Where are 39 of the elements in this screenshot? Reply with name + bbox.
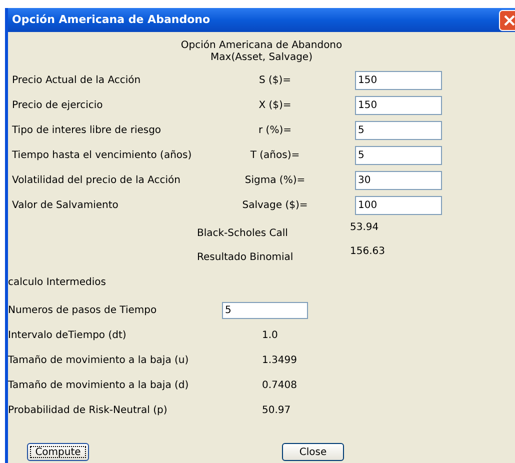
- heading-text: Max(Asset, Salvage): [210, 52, 312, 64]
- field-label: Volatilidad del precio de la Acción: [12, 174, 182, 188]
- input-field[interactable]: 30: [355, 171, 442, 190]
- intermediate-label: Tamaño de movimiento a la baja (u): [8, 354, 190, 368]
- heading-text: Opción Americana de Abandono: [180, 40, 342, 52]
- input-field[interactable]: 5: [355, 121, 442, 140]
- intermediate-value: 1.3499: [262, 354, 297, 368]
- field-label: Numeros de pasos de Tiempo: [8, 304, 158, 318]
- window-title: Opción Americana de Abandono: [12, 12, 210, 28]
- intermediate-value: 1.0: [262, 329, 278, 343]
- close-icon[interactable]: [499, 10, 515, 30]
- input-field[interactable]: 150: [355, 71, 442, 90]
- symbol-label: X ($)=: [258, 99, 292, 113]
- dialog-button[interactable]: Compute: [27, 443, 89, 461]
- field-label: Tiempo hasta el vencimiento (años): [12, 149, 193, 163]
- dialog-button[interactable]: Close: [282, 443, 344, 461]
- symbol-label: T (años)=: [249, 149, 301, 163]
- field-label: Tipo de interes libre de riesgo: [12, 124, 162, 138]
- intermediate-value: 50.97: [262, 404, 291, 418]
- intermediate-label: Intervalo deTiempo (dt): [8, 329, 128, 343]
- input-field[interactable]: 100: [355, 196, 442, 215]
- section-label: calculo Intermedios: [8, 276, 106, 290]
- input-field[interactable]: 5: [222, 302, 308, 319]
- symbol-label: S ($)=: [258, 74, 292, 88]
- field-label: Precio Actual de la Acción: [12, 74, 142, 88]
- symbol-label: Salvage ($)=: [241, 199, 309, 213]
- result-value: 53.94: [350, 221, 379, 235]
- result-label: Resultado Binomial: [197, 251, 294, 265]
- symbol-label: r (%)=: [258, 124, 292, 138]
- field-label: Precio de ejercicio: [12, 99, 104, 113]
- result-value: 156.63: [350, 245, 385, 259]
- input-field[interactable]: 150: [355, 96, 442, 115]
- result-label: Black-Scholes Call: [197, 227, 289, 241]
- input-field[interactable]: 5: [355, 146, 442, 165]
- intermediate-value: 0.7408: [262, 379, 297, 393]
- intermediate-label: Tamaño de movimiento a la baja (d): [8, 379, 190, 393]
- intermediate-label: Probabilidad de Risk-Neutral (p): [8, 404, 168, 418]
- symbol-label: Sigma (%)=: [244, 174, 306, 188]
- field-label: Valor de Salvamiento: [12, 199, 120, 213]
